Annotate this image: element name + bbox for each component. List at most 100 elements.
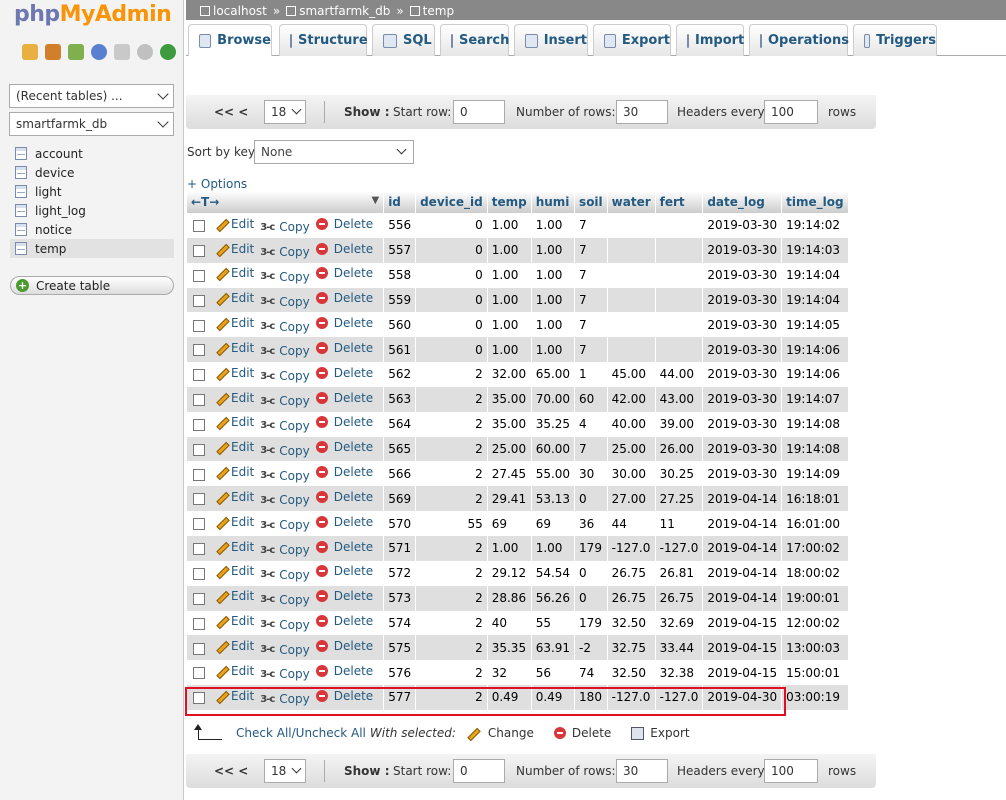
cell-temp[interactable]: 32.00 [487, 362, 532, 387]
cell-water[interactable] [607, 262, 656, 288]
cell-water[interactable]: 27.00 [607, 486, 656, 512]
tab-insert[interactable]: Insert [514, 24, 588, 56]
row-checkbox[interactable] [193, 493, 205, 506]
copy-row-button[interactable]: 3-c Copy [260, 369, 310, 383]
column-header-soil[interactable]: soil [574, 191, 608, 213]
delete-row-button[interactable]: Delete [315, 316, 373, 330]
edit-row-button[interactable]: Edit [215, 639, 254, 653]
cell-device-id[interactable]: 2 [415, 585, 488, 611]
cell-date-log[interactable]: 2019-03-30 [702, 411, 783, 437]
tab-operations[interactable]: Operations [749, 24, 849, 56]
cell-fert[interactable]: 30.25 [655, 461, 704, 487]
cell-id[interactable]: 571 [383, 535, 417, 561]
cell-temp[interactable]: 1.00 [487, 337, 532, 363]
cell-date-log[interactable]: 2019-04-15 [702, 635, 783, 661]
copy-row-button[interactable]: 3-c Copy [260, 344, 310, 358]
cell-time-log[interactable]: 03:00:19 [781, 685, 849, 710]
cell-water[interactable] [607, 237, 656, 263]
reload-icon[interactable] [160, 44, 176, 60]
delete-row-button[interactable]: Delete [315, 515, 373, 529]
sort-arrow-icon[interactable]: ▼ [371, 195, 379, 206]
row-checkbox[interactable] [193, 418, 205, 431]
cell-date-log[interactable]: 2019-04-14 [702, 560, 783, 586]
row-checkbox[interactable] [193, 294, 205, 307]
cell-device-id[interactable]: 0 [415, 287, 488, 313]
cell-humi[interactable]: 54.54 [531, 560, 576, 586]
delete-row-button[interactable]: Delete [315, 664, 373, 678]
delete-row-button[interactable]: Delete [315, 440, 373, 454]
cell-water[interactable] [607, 287, 656, 313]
table-row[interactable]: Edit 3-c Copy Delete 569 2 29.41 53.13 0 27.00 27.… [187, 486, 849, 512]
edit-row-button[interactable]: Edit [215, 316, 254, 330]
table-row[interactable]: Edit 3-c Copy Delete 576 2 32 56 74 32.50 32.38 201… [187, 660, 849, 686]
copy-row-button[interactable]: 3-c Copy [260, 320, 310, 334]
cell-humi[interactable]: 1.00 [531, 237, 576, 263]
database-select[interactable]: smartfarmk_db [9, 112, 174, 136]
cell-fert[interactable]: 26.81 [655, 560, 704, 586]
edit-row-button[interactable]: Edit [215, 564, 254, 578]
page-select[interactable]: 18 [264, 759, 306, 783]
cell-soil[interactable]: 7 [574, 237, 608, 263]
cell-device-id[interactable]: 2 [415, 610, 488, 636]
edit-row-button[interactable]: Edit [215, 341, 254, 355]
cell-device-id[interactable]: 2 [415, 362, 488, 387]
cell-fert[interactable]: 26.75 [655, 585, 704, 611]
edit-row-button[interactable]: Edit [215, 465, 254, 479]
cell-water[interactable]: 32.50 [607, 660, 656, 686]
row-checkbox[interactable] [193, 443, 205, 456]
headers-every-input[interactable]: 100 [764, 100, 818, 124]
sidebar-item-notice[interactable]: notice [10, 220, 174, 239]
cell-date-log[interactable]: 2019-03-30 [702, 461, 783, 487]
copy-row-button[interactable]: 3-c Copy [260, 667, 310, 681]
column-header-water[interactable]: water [607, 191, 656, 213]
edit-row-button[interactable]: Edit [215, 515, 254, 529]
tab-structure[interactable]: Structure [279, 24, 368, 56]
cell-fert[interactable]: 26.00 [655, 436, 704, 462]
delete-row-button[interactable]: Delete [315, 391, 373, 405]
cell-humi[interactable]: 1.00 [531, 287, 576, 313]
delete-row-button[interactable]: Delete [315, 465, 373, 479]
cell-fert[interactable]: 32.38 [655, 660, 704, 686]
cell-soil[interactable]: 7 [574, 337, 608, 363]
cell-device-id[interactable]: 0 [415, 213, 488, 238]
cell-temp[interactable]: 1.00 [487, 287, 532, 313]
prev-page-button[interactable]: << < [214, 105, 248, 119]
tab-sql[interactable]: SQL [372, 24, 435, 56]
cell-humi[interactable]: 1.00 [531, 213, 576, 238]
cell-soil[interactable]: 60 [574, 386, 608, 412]
cell-device-id[interactable]: 0 [415, 262, 488, 288]
cell-temp[interactable]: 29.41 [487, 486, 532, 512]
cell-water[interactable]: 40.00 [607, 411, 656, 437]
row-checkbox[interactable] [193, 543, 205, 556]
check-all-link[interactable]: Check All [236, 726, 292, 740]
cell-time-log[interactable]: 19:14:06 [781, 362, 849, 387]
row-checkbox[interactable] [193, 592, 205, 605]
cell-water[interactable]: 26.75 [607, 560, 656, 586]
cell-time-log[interactable]: 19:14:05 [781, 312, 849, 338]
copy-row-button[interactable]: 3-c Copy [260, 618, 310, 632]
delete-row-button[interactable]: Delete [315, 589, 373, 603]
cell-humi[interactable]: 63.91 [531, 635, 576, 661]
cell-water[interactable] [607, 337, 656, 363]
cell-time-log[interactable]: 12:00:02 [781, 610, 849, 636]
cell-temp[interactable]: 69 [487, 511, 532, 536]
cell-device-id[interactable]: 0 [415, 237, 488, 263]
cell-fert[interactable] [655, 262, 704, 288]
table-row[interactable]: Edit 3-c Copy Delete 558 0 1.00 1.00 7 2019-03-30… [187, 262, 849, 288]
cell-water[interactable]: 32.75 [607, 635, 656, 661]
cell-fert[interactable]: -127.0 [655, 685, 704, 710]
table-row[interactable]: Edit 3-c Copy Delete 561 0 1.00 1.00 7 2019-03-30… [187, 337, 849, 363]
table-row[interactable]: Edit 3-c Copy Delete 571 2 1.00 1.00 179 -127.0 -1… [187, 535, 849, 561]
cell-date-log[interactable]: 2019-03-30 [702, 436, 783, 462]
cell-id[interactable]: 560 [383, 312, 417, 338]
cell-soil[interactable]: 7 [574, 262, 608, 288]
cell-fert[interactable]: 33.44 [655, 635, 704, 661]
cell-water[interactable]: 42.00 [607, 386, 656, 412]
cell-id[interactable]: 566 [383, 461, 417, 487]
table-row[interactable]: Edit 3-c Copy Delete 556 0 1.00 1.00 7 2019-03-30… [187, 213, 849, 238]
cell-id[interactable]: 574 [383, 610, 417, 636]
copy-row-button[interactable]: 3-c Copy [260, 593, 310, 607]
cell-temp[interactable]: 35.00 [487, 411, 532, 437]
cell-fert[interactable]: 44.00 [655, 362, 704, 387]
cell-water[interactable]: 25.00 [607, 436, 656, 462]
